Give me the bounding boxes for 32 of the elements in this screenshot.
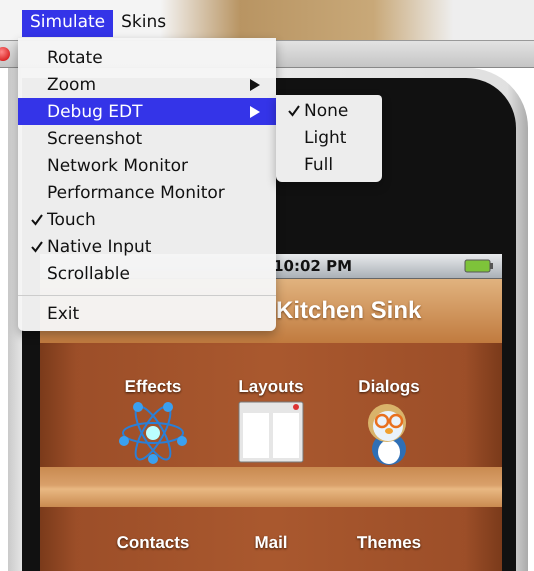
app-title: Kitchen Sink	[276, 297, 422, 325]
menu-item[interactable]: Full	[276, 151, 382, 178]
menu-item[interactable]: Debug EDT	[18, 98, 276, 125]
menu-item[interactable]: Zoom	[18, 71, 276, 98]
app-label[interactable]: Effects	[124, 377, 182, 397]
menu-item[interactable]: Touch	[18, 206, 276, 233]
menu-item[interactable]: Exit	[18, 300, 276, 327]
menu-item[interactable]: Light	[276, 124, 382, 151]
app-label[interactable]: Dialogs	[358, 377, 420, 397]
checkmark-icon	[31, 240, 43, 252]
menu-item[interactable]: Rotate	[18, 44, 276, 71]
checkmark-icon	[31, 214, 43, 226]
menu-bar-item[interactable]: Skins	[113, 10, 174, 37]
menu-item[interactable]: Native Input	[18, 233, 276, 260]
app-label[interactable]: Contacts	[116, 533, 190, 553]
app-label[interactable]: Themes	[356, 533, 422, 553]
status-time: 10:02 PM	[273, 257, 352, 275]
app-label[interactable]: Layouts	[238, 377, 304, 397]
battery-icon	[464, 259, 494, 273]
menu-item[interactable]: Performance Monitor	[18, 179, 276, 206]
menu-item[interactable]: Scrollable	[18, 260, 276, 287]
menu-item[interactable]: None	[276, 97, 382, 124]
menu-bar-item[interactable]: Simulate	[22, 10, 114, 37]
submenu-arrow-icon	[250, 106, 260, 118]
window-icon[interactable]	[238, 401, 304, 463]
close-button[interactable]	[0, 47, 10, 61]
atom-icon[interactable]	[118, 401, 188, 465]
app-label[interactable]: Mail	[254, 533, 288, 553]
checkmark-icon	[288, 104, 300, 116]
menu-item[interactable]: Network Monitor	[18, 152, 276, 179]
submenu-arrow-icon	[250, 78, 260, 90]
menu-item[interactable]: Screenshot	[18, 125, 276, 152]
